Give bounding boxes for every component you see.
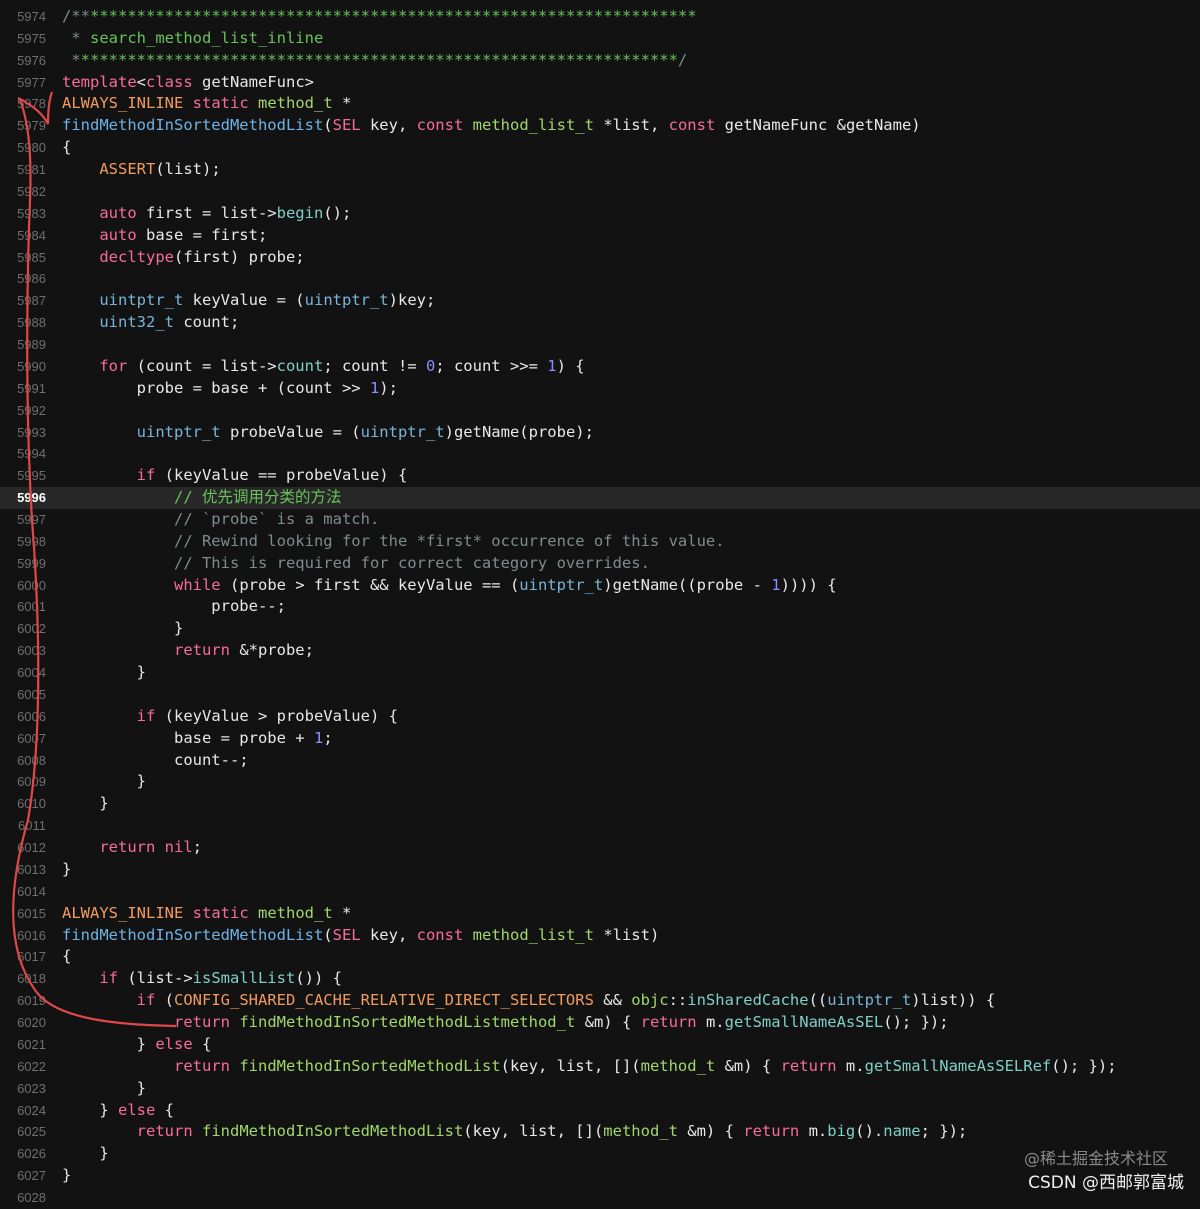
annotation-curve [12, 99, 177, 1028]
watermark-csdn: CSDN @西邮郭富城 [1028, 1173, 1184, 1193]
annotation-arrow [12, 91, 177, 1028]
watermark-juejin: @稀土掘金技术社区 [1023, 1149, 1168, 1168]
